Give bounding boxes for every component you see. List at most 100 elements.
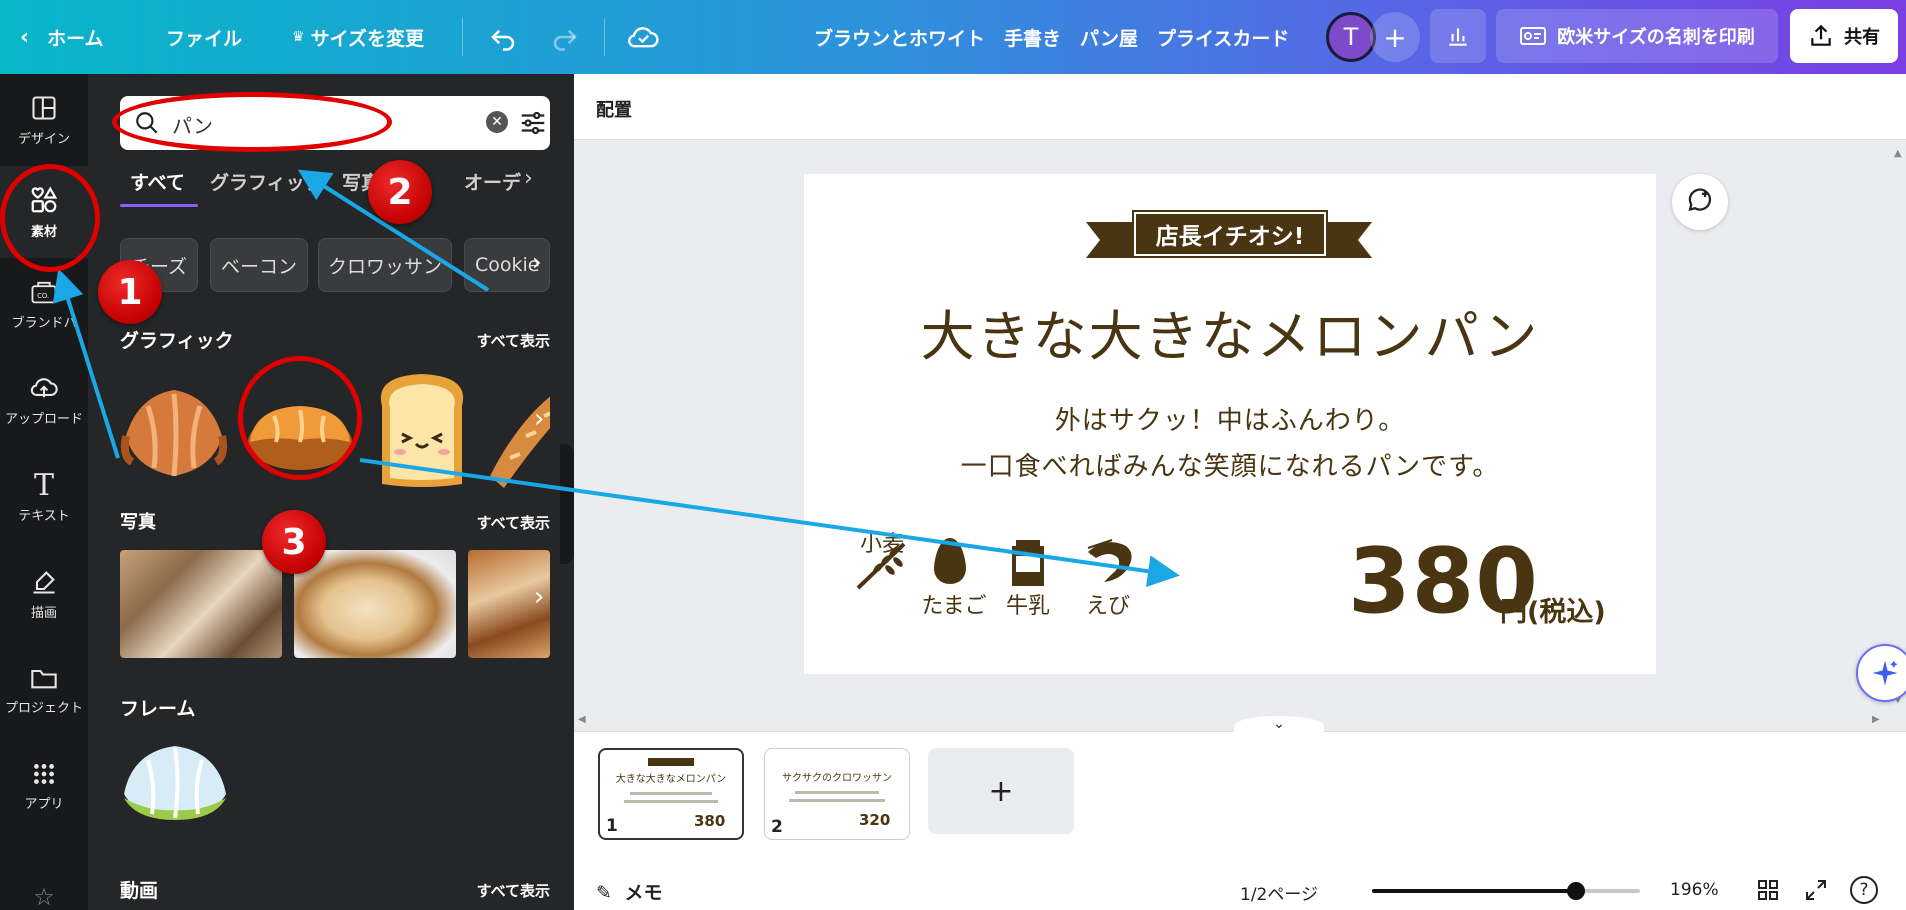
graphic-smiling-toast[interactable] bbox=[368, 366, 476, 494]
step-badge-2: 2 bbox=[368, 160, 432, 224]
notes-button[interactable]: ✎ メモ bbox=[596, 878, 663, 905]
tab-all[interactable]: すべて bbox=[130, 168, 185, 195]
scroll-up-icon[interactable]: ▲ bbox=[1894, 148, 1902, 159]
milk-carton-icon[interactable] bbox=[1008, 538, 1048, 588]
status-bar: ✎ メモ 1/2ページ 196% ? bbox=[574, 870, 1906, 910]
rail-item-uploads[interactable]: アップロード bbox=[0, 354, 88, 446]
card-description-line1[interactable]: 外はサクッ！中はふんわり。 bbox=[804, 400, 1656, 437]
zoom-slider[interactable] bbox=[1372, 889, 1640, 893]
photo-bread-assortment[interactable] bbox=[120, 550, 282, 658]
zoom-slider-fill bbox=[1372, 889, 1576, 893]
zoom-slider-handle[interactable] bbox=[1566, 882, 1585, 900]
photo-sliced-bread[interactable] bbox=[294, 550, 456, 658]
undo-icon bbox=[491, 29, 515, 51]
thumb-ribbon bbox=[648, 758, 694, 766]
bar-chart-icon bbox=[1449, 28, 1467, 46]
zoom-level[interactable]: 196% bbox=[1670, 880, 1719, 900]
see-all-photos-link[interactable]: すべて表示 bbox=[477, 512, 550, 533]
print-business-card-button[interactable]: 欧米サイズの名刺を印刷 bbox=[1496, 9, 1778, 63]
graphic-croissant[interactable] bbox=[118, 376, 230, 492]
active-tab-underline bbox=[120, 204, 198, 207]
card-title[interactable]: 大きな大きなメロンパン bbox=[804, 292, 1656, 371]
page-thumbnail-1[interactable]: 大きな大きなメロンパン 380 1 bbox=[598, 748, 744, 840]
chip-bacon[interactable]: ベーコン bbox=[210, 238, 308, 292]
frame-croissant-shape[interactable] bbox=[118, 738, 232, 822]
rail-item-text[interactable]: T テキスト bbox=[0, 450, 88, 542]
allergen-label-egg: たまご bbox=[921, 594, 987, 619]
folder-icon bbox=[31, 669, 57, 688]
redo-icon bbox=[553, 29, 577, 51]
magic-assistant-button[interactable] bbox=[1856, 644, 1906, 702]
filter-sliders-icon[interactable] bbox=[518, 108, 548, 138]
see-all-graphics-link[interactable]: すべて表示 bbox=[477, 330, 550, 351]
clear-search-icon[interactable]: ✕ bbox=[486, 111, 508, 133]
rail-item-projects[interactable]: プロジェクト bbox=[0, 644, 88, 736]
rail-item-starred[interactable]: ☆ bbox=[0, 883, 88, 910]
page-number-2: 2 bbox=[771, 817, 783, 837]
egg-icon[interactable] bbox=[932, 536, 968, 586]
grid-view-icon[interactable] bbox=[1756, 878, 1780, 902]
see-all-videos-link[interactable]: すべて表示 bbox=[477, 880, 550, 901]
document-title[interactable]: ブラウンとホワイト 手書き パン屋 プライスカード bbox=[814, 0, 1289, 74]
badge-number: 3 bbox=[281, 521, 307, 563]
file-menu-button[interactable]: ファイル bbox=[166, 0, 242, 74]
shrimp-icon[interactable] bbox=[1082, 534, 1138, 588]
rail-item-apps[interactable]: アプリ bbox=[0, 740, 88, 832]
help-button[interactable]: ? bbox=[1850, 876, 1878, 904]
resize-button[interactable]: ♛ サイズを変更 bbox=[292, 0, 424, 74]
page-indicator[interactable]: 1/2ページ bbox=[1240, 880, 1318, 905]
rail-item-draw[interactable]: 描画 bbox=[0, 548, 88, 640]
plus-icon: + bbox=[988, 773, 1014, 809]
thumb-title: サクサクのクロワッサン bbox=[782, 773, 892, 784]
scroll-left-icon[interactable]: ◀ bbox=[578, 714, 586, 725]
add-collaborator-button[interactable]: + bbox=[1370, 12, 1420, 62]
redo-button[interactable] bbox=[550, 0, 580, 74]
cloud-upload-icon bbox=[30, 377, 58, 397]
tab-graphics[interactable]: グラフィック bbox=[210, 168, 324, 195]
croissant-graphic bbox=[120, 390, 228, 477]
tab-audio[interactable]: オーデ bbox=[464, 168, 521, 195]
section-title-photos: 写真 bbox=[120, 512, 156, 533]
ribbon-banner[interactable]: 店長イチオシ! bbox=[1132, 210, 1328, 258]
add-comment-button[interactable] bbox=[1672, 174, 1728, 230]
vertical-scrollbar[interactable]: ▲ ▼ bbox=[1892, 148, 1906, 708]
rail-label: テキスト bbox=[18, 509, 70, 524]
chips-chevron-right-icon[interactable]: › bbox=[532, 248, 542, 276]
rail-item-design[interactable]: デザイン bbox=[0, 74, 88, 166]
undo-button[interactable] bbox=[488, 0, 518, 74]
page-thumbnail-2[interactable]: サクサクのクロワッサン 320 2 bbox=[764, 748, 910, 840]
toast-character-graphic bbox=[380, 374, 464, 487]
scroll-right-icon[interactable]: ▶ bbox=[1872, 714, 1880, 725]
context-toolbar: 配置 bbox=[574, 74, 1906, 140]
graphics-chevron-right-icon[interactable]: › bbox=[534, 404, 544, 434]
search-tabs: すべて グラフィック 写真 動画 オーデ › bbox=[120, 166, 550, 208]
home-button[interactable]: ‹ ホーム bbox=[20, 0, 104, 74]
photos-chevron-right-icon[interactable]: › bbox=[534, 582, 544, 612]
arrange-button[interactable]: 配置 bbox=[596, 96, 632, 122]
panel-collapse-handle[interactable] bbox=[560, 444, 574, 564]
badge-number: 1 bbox=[117, 271, 143, 313]
horizontal-scrollbar[interactable]: ◀ ▶ bbox=[574, 714, 1892, 728]
share-button[interactable]: 共有 bbox=[1790, 9, 1898, 63]
rail-label: アップロード bbox=[4, 411, 83, 427]
design-canvas-page[interactable]: 店長イチオシ! 大きな大きなメロンパン 外はサクッ！中はふんわり。 一口食べれば… bbox=[804, 174, 1656, 674]
card-description-line2[interactable]: 一口食べればみんな笑顔になれるパンです。 bbox=[804, 446, 1656, 483]
price-unit[interactable]: 円(税込) bbox=[1500, 590, 1606, 629]
thumb-price: 320 bbox=[859, 811, 891, 829]
document-title-text: ブラウンとホワイト 手書き パン屋 プライスカード bbox=[814, 27, 1290, 50]
tabs-chevron-right-icon[interactable]: › bbox=[524, 166, 533, 191]
cloud-save-status[interactable] bbox=[626, 0, 660, 74]
chip-croissant[interactable]: クロワッサン bbox=[318, 238, 452, 292]
collapse-pages-chevron-icon[interactable]: ⌄ bbox=[1234, 716, 1324, 736]
rail-item-brand[interactable]: CO. ブランドハ bbox=[0, 258, 88, 350]
graphic-baguette[interactable] bbox=[486, 376, 550, 492]
step-badge-3: 3 bbox=[262, 510, 326, 574]
insights-button[interactable] bbox=[1430, 9, 1486, 63]
user-avatar[interactable]: T bbox=[1326, 12, 1376, 62]
rail-label: ブランドハ bbox=[11, 315, 77, 331]
add-page-button[interactable]: + bbox=[928, 748, 1074, 834]
sparkle-icon bbox=[1872, 660, 1898, 686]
fullscreen-icon[interactable] bbox=[1804, 878, 1828, 902]
badge-number: 2 bbox=[387, 171, 413, 213]
thumb-title: 大きな大きなメロンパン bbox=[615, 774, 727, 785]
